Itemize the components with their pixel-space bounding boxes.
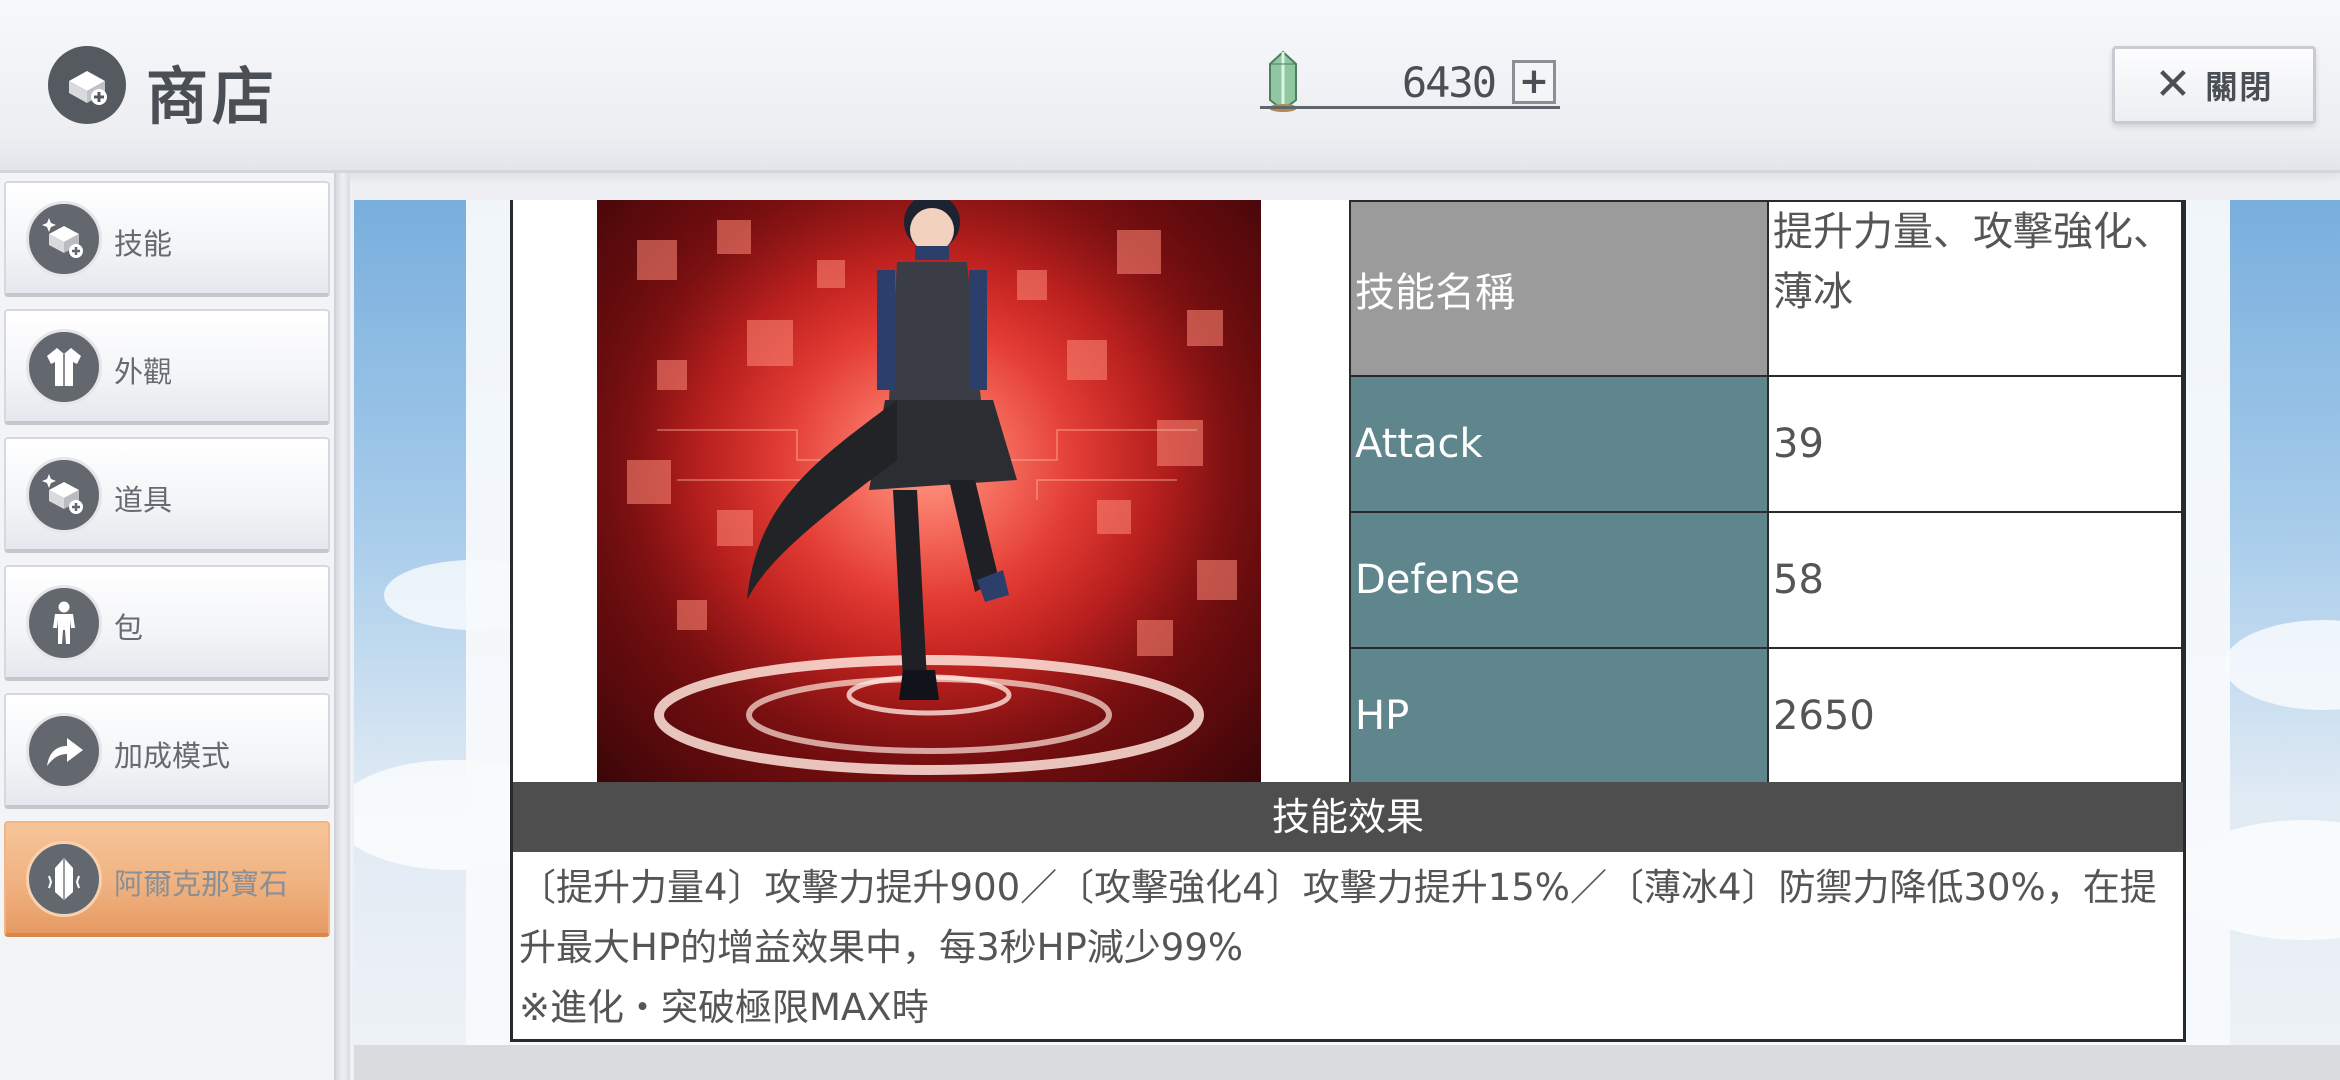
sidebar-item-arcana-gem[interactable]: 阿爾克那寶石 xyxy=(4,821,330,937)
sidebar-item-label: 包 xyxy=(114,611,144,645)
sidebar-item-items[interactable]: 道具 xyxy=(4,437,330,553)
stats-table: 技能名稱 提升力量、攻擊強化、薄冰 Attack 39 Defense 58 H… xyxy=(1349,200,2183,785)
close-button[interactable]: ✕ 關閉 xyxy=(2112,46,2316,124)
stat-label: Attack xyxy=(1349,375,1769,513)
cloud-decoration xyxy=(2224,620,2340,710)
sidebar-item-label: 外觀 xyxy=(114,355,173,389)
shop-icon xyxy=(48,46,126,124)
stat-label: HP xyxy=(1349,647,1769,785)
boost-arrow-icon xyxy=(26,713,102,789)
currency-underline xyxy=(1260,106,1560,109)
sidebar-item-skill[interactable]: 技能 xyxy=(4,181,330,297)
sidebar-item-label: 技能 xyxy=(114,227,173,261)
effect-note: ※進化・突破極限MAX時 xyxy=(519,986,929,1029)
stat-label: Defense xyxy=(1349,511,1769,649)
sidebar-item-boost-mode[interactable]: 加成模式 xyxy=(4,693,330,809)
sidebar: 技能 外觀 道具 包 加成模式 阿爾克那寶石 xyxy=(0,173,336,1080)
person-icon xyxy=(26,585,102,661)
sidebar-item-bag[interactable]: 包 xyxy=(4,565,330,681)
add-currency-button[interactable]: + xyxy=(1512,60,1556,104)
header-bar: 商店 6430 + ✕ 關閉 xyxy=(0,0,2340,173)
stat-value: 39 xyxy=(1767,375,2183,513)
stat-value: 58 xyxy=(1767,511,2183,649)
character-image xyxy=(597,200,1261,782)
costume-icon xyxy=(26,329,102,405)
close-label: 關閉 xyxy=(2205,68,2274,106)
stat-label: 技能名稱 xyxy=(1349,200,1769,377)
stat-row-defense: Defense 58 xyxy=(1349,511,2183,649)
stat-row-skill-name: 技能名稱 提升力量、攻擊強化、薄冰 xyxy=(1349,200,2183,377)
crystal-icon xyxy=(26,841,102,917)
effect-description: 〔提升力量4〕攻擊力提升900／〔攻擊強化4〕攻擊力提升15%／〔薄冰4〕防禦力… xyxy=(519,866,2157,969)
crystal-currency-icon xyxy=(1262,50,1304,112)
stat-row-hp: HP 2650 xyxy=(1349,647,2183,785)
item-icon xyxy=(26,457,102,533)
page-title: 商店 xyxy=(146,60,279,133)
skill-icon xyxy=(26,201,102,277)
bottom-strip xyxy=(354,1045,2340,1080)
stat-row-attack: Attack 39 xyxy=(1349,375,2183,513)
stat-value: 提升力量、攻擊強化、薄冰 xyxy=(1767,200,2183,377)
effect-header: 技能效果 xyxy=(513,782,2183,852)
sidebar-item-label: 加成模式 xyxy=(114,739,231,773)
sidebar-scrollbar[interactable] xyxy=(336,173,350,1080)
sidebar-item-costume[interactable]: 外觀 xyxy=(4,309,330,425)
close-icon: ✕ xyxy=(2154,59,2192,110)
sidebar-item-label: 阿爾克那寶石 xyxy=(114,867,289,901)
currency-amount: 6430 xyxy=(1401,58,1497,107)
stat-value: 2650 xyxy=(1767,647,2183,785)
sidebar-item-label: 道具 xyxy=(114,483,173,517)
gem-detail-card: 技能名稱 提升力量、攻擊強化、薄冰 Attack 39 Defense 58 H… xyxy=(510,200,2186,1042)
